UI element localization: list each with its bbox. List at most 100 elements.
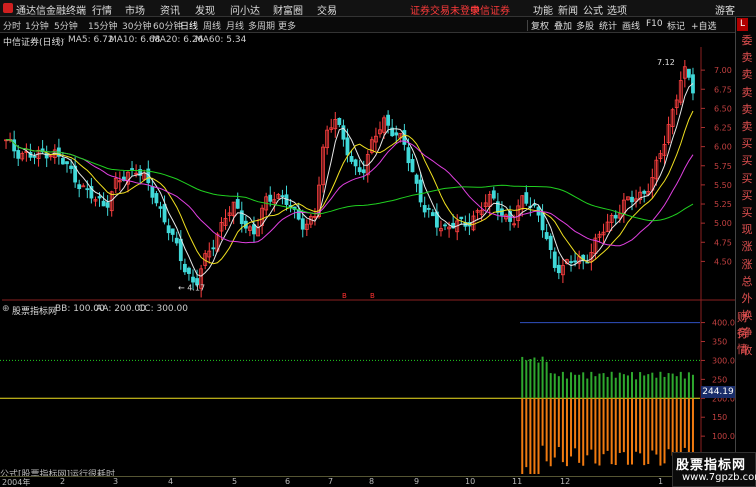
candle-body (69, 165, 73, 170)
period-multi[interactable]: 多周期 (248, 19, 275, 32)
quote-field-10: 买五 (741, 206, 753, 219)
period-toolbar: 分时 1分钟 5分钟 15分钟 30分钟 60分钟 日线 周线 月线 多周期 更… (0, 17, 756, 33)
candle-body (345, 137, 350, 156)
x-tick: 11 (512, 477, 523, 486)
period-1min[interactable]: 1分钟 (25, 19, 49, 32)
period-daily[interactable]: 日线 (180, 19, 198, 32)
candle-body (414, 174, 419, 184)
low-annotation: ← 4.17 (178, 284, 205, 293)
period-more[interactable]: 更多 (278, 19, 296, 32)
candle-body (174, 237, 179, 244)
watermark-url: www.7gpzb.com (682, 472, 756, 483)
ma10-line (5, 110, 694, 265)
candle-body (540, 212, 545, 231)
candle-body (300, 218, 305, 230)
cc-label: CC: 300.00 (138, 304, 188, 314)
menu-wenxiaoda[interactable]: 问小达 (230, 2, 260, 17)
quote-field-6: 买一 (741, 137, 753, 151)
period-fenshi[interactable]: 分时 (3, 19, 21, 32)
indicator-name[interactable]: 股票指标网 (12, 304, 57, 317)
indicator-bars (521, 356, 694, 474)
quote-field-4: 卖二 (741, 102, 753, 116)
menu-xinwen[interactable]: 新闻 (558, 2, 578, 17)
menu-caifuquan[interactable]: 财富圈 (273, 2, 303, 17)
broker-status[interactable]: 中信证券 (470, 2, 510, 17)
quote-field-9: 买四 (741, 188, 753, 202)
candle-body (296, 209, 301, 220)
price-label: 5.25 (714, 200, 732, 209)
indicator-toggle-icon[interactable]: ⊕ (2, 304, 10, 314)
period-30min[interactable]: 30分钟 (122, 19, 151, 32)
x-tick: 3 (113, 477, 119, 486)
menu-xuanxiang[interactable]: 选项 (607, 2, 627, 17)
menu-zixun[interactable]: 资讯 (160, 2, 180, 17)
ma60-label: MA60: 5.34 (195, 35, 247, 45)
price-label: 5.50 (714, 181, 732, 190)
candle-body (430, 212, 435, 217)
mark-button[interactable]: 标记 (667, 19, 685, 32)
quote-tab[interactable]: 行情 (737, 325, 756, 357)
candle-body (459, 216, 464, 220)
x-tick: 2 (60, 477, 66, 486)
candle-body (97, 196, 102, 199)
f10-button[interactable]: F10 (646, 19, 663, 29)
quote-field-1: 卖五 (741, 51, 753, 65)
candle-body (569, 261, 573, 264)
candle-body (150, 186, 155, 198)
candle-body (418, 179, 423, 203)
period-15min[interactable]: 15分钟 (88, 19, 117, 32)
menu-faxian[interactable]: 发现 (195, 2, 215, 17)
current-value-badge: 244.19 (701, 386, 735, 398)
menu-hangqing[interactable]: 行情 (92, 2, 112, 17)
price-label: 6.75 (714, 85, 732, 94)
stats-button[interactable]: 统计 (599, 19, 617, 32)
candle-body (191, 276, 195, 283)
watermark: 股票指标网 www.7gpzb.com (672, 452, 756, 487)
price-label: 4.75 (714, 238, 732, 247)
chevron-down-icon[interactable]: ⌵ (58, 35, 65, 45)
price-label: 5.75 (714, 162, 732, 171)
indicator-axis-label: 400.0 (712, 319, 735, 328)
period-5min[interactable]: 5分钟 (54, 19, 78, 32)
candle-body (491, 190, 496, 199)
toolbar-separator (527, 20, 528, 31)
x-tick: 1 (658, 477, 664, 486)
x-tick: 4 (168, 477, 174, 486)
menu-shichang[interactable]: 市场 (125, 2, 145, 17)
candle-body (687, 68, 691, 78)
overlay-button[interactable]: 叠加 (554, 19, 572, 32)
candle-body (211, 247, 216, 250)
menu-gongneng[interactable]: 功能 (533, 2, 553, 17)
x-tick: 9 (414, 477, 420, 486)
period-monthly[interactable]: 月线 (226, 19, 244, 32)
candle-body (182, 263, 187, 273)
multi-stock-button[interactable]: 多股 (576, 19, 594, 32)
menu-gongshi[interactable]: 公式 (583, 2, 603, 17)
candle-body (552, 251, 557, 268)
period-weekly[interactable]: 周线 (203, 19, 221, 32)
fuquan-button[interactable]: 复权 (531, 19, 549, 32)
add-favorite-button[interactable]: +自选 (691, 19, 717, 32)
quote-field-2: 卖四 (741, 68, 753, 82)
candle-body (12, 139, 17, 152)
level-badge[interactable]: L (737, 18, 748, 31)
app-logo-icon (3, 3, 13, 13)
period-60min[interactable]: 60分钟 (153, 19, 182, 32)
candle-body (77, 184, 82, 190)
candle-body (32, 155, 37, 158)
candle-body (426, 208, 431, 210)
x-tick: 8 (369, 477, 375, 486)
candle-body (130, 168, 134, 170)
kline-chart[interactable]: 7.00 6.75 6.50 6.25 6.00 5.75 5.50 5.25 5.00 4.75… (0, 47, 735, 476)
draw-line-button[interactable]: 画线 (622, 19, 640, 32)
menu-jiaoyi[interactable]: 交易 (317, 2, 337, 17)
candle-body (544, 232, 549, 240)
user-label[interactable]: 游客 (715, 2, 735, 17)
indicator-header: ⊕ 股票指标网 BB: 100.00 AA: 200.00 CC: 300.00 (0, 303, 700, 317)
candle-body (349, 156, 354, 162)
candle-body (280, 195, 285, 198)
candle-body (252, 224, 256, 235)
trading-terminal: 通达信金融终端 行情 市场 资讯 发现 问小达 财富圈 交易 证券交易未登录 中… (0, 0, 756, 487)
candle-body (101, 200, 106, 207)
candle-body (268, 194, 273, 202)
